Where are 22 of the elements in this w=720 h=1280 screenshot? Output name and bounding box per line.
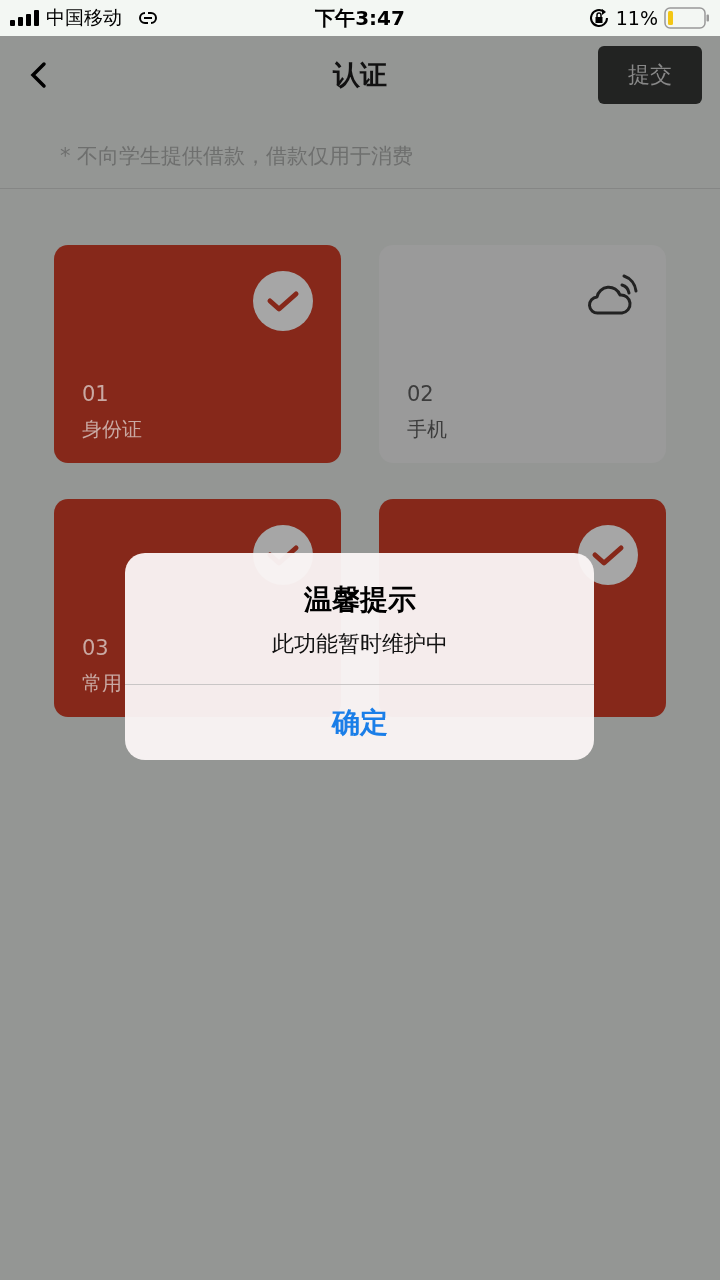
check-icon	[253, 271, 313, 331]
battery-icon	[664, 7, 710, 29]
card-label: 身份证	[82, 416, 142, 443]
card-number: 01	[82, 382, 109, 406]
dialog-message: 此功能暂时维护中	[271, 630, 448, 658]
battery-percent: 11%	[615, 7, 658, 29]
card-label: 手机	[407, 416, 447, 443]
clock-time: 下午3:47	[315, 4, 405, 32]
page-title: 认证	[333, 58, 387, 92]
card-number: 02	[407, 382, 434, 406]
verification-card[interactable]: 01 身份证	[54, 245, 341, 463]
verification-card[interactable]: 02 手机	[379, 245, 666, 463]
confirm-button[interactable]: 确定	[125, 684, 594, 760]
carrier-name: 中国移动	[46, 5, 122, 30]
card-number: 03	[82, 636, 109, 660]
link-icon	[136, 9, 160, 27]
back-button[interactable]	[28, 61, 48, 89]
dialog-title: 温馨提示	[303, 582, 416, 618]
submit-button[interactable]: 提交	[598, 46, 702, 104]
card-label: 常用	[82, 670, 122, 697]
signal-icon	[10, 10, 40, 26]
rotation-lock-icon	[587, 7, 610, 29]
